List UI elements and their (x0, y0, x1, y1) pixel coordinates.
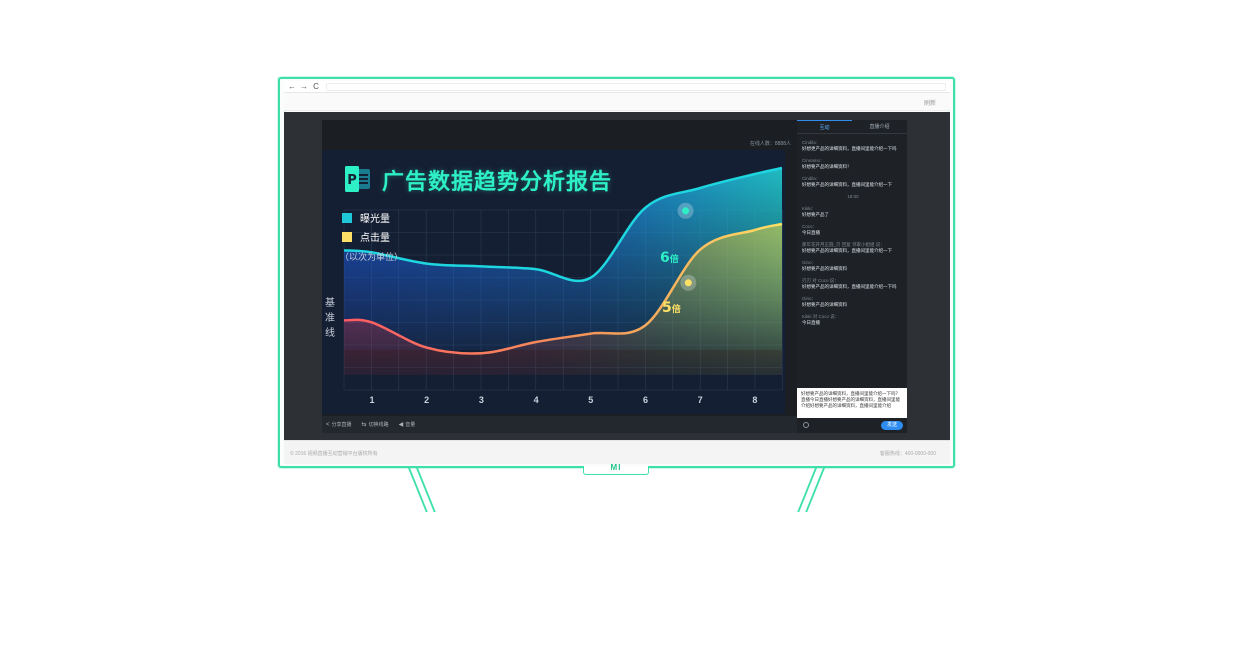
send-button[interactable]: 发送 (881, 421, 903, 430)
x-tick-label: 7 (697, 395, 703, 405)
chat-message: Kikki： 好想要产品了 (802, 206, 904, 218)
chart-legend: 曝光量 点击量 (342, 208, 390, 246)
chat-text: 今日直播 (802, 230, 820, 235)
stage: MI ← → C 刷新 在线人数：8888人 P 广告数据趋势分析报告 曝光量 … (0, 0, 1240, 660)
volume-icon: ◀ (398, 422, 404, 428)
legend-item-exposure: 曝光量 (342, 208, 390, 227)
chat-message: Cindila： 好想要产品的详细资料，直播间里能介绍一下 (802, 176, 904, 188)
chat-text: 好想更产品的详细资料，直播间里能介绍一下吗 (802, 146, 897, 151)
chat-time-divider: 18:00 (802, 194, 904, 200)
chat-message: 刃刃 对 Coco 说： 好想要产品的详细资料，直播间里能介绍一下吗 (802, 278, 904, 290)
y-axis-label: 基准线 (325, 298, 335, 339)
chat-text: 好想要产品的详细资料 (802, 266, 847, 271)
x-tick-label: 5 (588, 395, 594, 405)
chat-message: Coco： 今日直播 (802, 224, 904, 236)
chat-message: Kikki 对 Coco 说： 今日直播 (802, 314, 904, 326)
ppt-letter: P (347, 173, 357, 188)
chat-message: Cindila： 好想更产品的详细资料，直播间里能介绍一下吗 (802, 140, 904, 152)
chat-message: Cinnamo： 好想要产品的详细资料！ (802, 158, 904, 170)
x-tick-label: 8 (752, 395, 758, 405)
chat-tabs: 互动 直播介绍 (797, 120, 907, 134)
chat-message-list[interactable]: Cindila： 好想更产品的详细资料，直播间里能介绍一下吗 Cinnamo： 好想要… (802, 134, 904, 386)
x-tick-label: 4 (533, 395, 539, 405)
chat-text: 好想要产品的详细资料！ (802, 164, 852, 169)
chat-text: 好想要产品的详细资料，直播间里能介绍一下 (802, 248, 892, 253)
legend-swatch-clicks (342, 231, 352, 242)
tv-leg-left (408, 468, 436, 512)
legend-item-clicks: 点击量 (342, 227, 390, 246)
address-bar[interactable] (326, 82, 946, 91)
legend-swatch-exposure (342, 212, 352, 223)
tab-interaction[interactable]: 互动 (797, 120, 852, 133)
chat-message: 那年花开月正圆_刃 回复 邻家小姐姐 说： 好想要产品的详细资料，直播间里能介绍一… (802, 242, 904, 254)
browser-toolbar: ← → C (284, 81, 950, 93)
powerpoint-icon: P (345, 166, 370, 192)
switch-control[interactable]: ⇆ 切换线路 (362, 421, 389, 428)
annotation-5x: 5倍 (662, 300, 681, 316)
chat-text: 好想要产品了 (802, 212, 829, 217)
chat-sender: 18:00 (847, 194, 859, 199)
chat-panel: 互动 直播介绍 Cindila： 好想更产品的详细资料，直播间里能介绍一下吗 Cin… (797, 120, 907, 433)
chat-text: 今日直播 (802, 320, 820, 325)
chat-text: 好想要产品的详细资料 (802, 302, 847, 307)
unit-note: （以次为单位） (340, 253, 404, 263)
chat-input[interactable]: 好想要产品的详细资料，直播间里能介绍一下吗？直播今日直播好想要产品的详细资料，直… (797, 388, 907, 418)
tab-live-intro[interactable]: 直播介绍 (852, 120, 907, 133)
chat-text: 好想要产品的详细资料，直播间里能介绍一下吗 (802, 284, 897, 289)
legend-label-clicks: 点击量 (360, 233, 390, 244)
forward-icon[interactable]: → (300, 82, 308, 91)
presentation-slide: P 广告数据趋势分析报告 曝光量 点击量 （以次为单位） 基准线 6倍 5倍 1… (322, 150, 785, 414)
slide-title: 广告数据趋势分析报告 (382, 170, 613, 195)
chat-message: Gino： 好想要产品的详细资料 (802, 260, 904, 272)
header-link[interactable]: 刷新 (924, 98, 936, 107)
back-icon[interactable]: ← (288, 82, 296, 91)
share-icon: < (326, 422, 330, 428)
x-tick-label: 3 (478, 395, 484, 405)
video-player[interactable]: 在线人数：8888人 P 广告数据趋势分析报告 曝光量 点击量 （以次为单位） … (322, 120, 797, 433)
hotline-text: 客服热线：400-0000-000 (879, 451, 936, 457)
reload-icon[interactable]: C (312, 82, 320, 91)
switch-icon: ⇆ (361, 422, 367, 428)
x-tick-label: 6 (642, 395, 649, 405)
viewer-count: 在线人数：8888人 (749, 141, 791, 147)
chat-actions: 发送 (797, 418, 907, 433)
site-header: 刷新 (284, 93, 950, 111)
player-controls: < 分享直播 ⇆ 切换线路 ◀ 音量 (322, 416, 797, 433)
tv-leg-right (797, 468, 825, 512)
tv-stand: MI (583, 463, 649, 475)
brand-logo: MI (610, 463, 622, 472)
highlight-point (682, 207, 690, 215)
emoji-icon[interactable] (803, 422, 809, 428)
x-tick-label: 2 (424, 395, 430, 405)
x-tick-label: 1 (369, 395, 375, 405)
copyright-text: © 2016 视频直播互动营销平台版权所有 (290, 451, 378, 457)
highlight-point (684, 279, 692, 287)
share-control[interactable]: < 分享直播 (326, 421, 352, 428)
chat-text: 好想要产品的详细资料，直播间里能介绍一下 (802, 182, 892, 187)
legend-label-exposure: 曝光量 (360, 214, 390, 225)
site-footer: © 2016 视频直播互动营销平台版权所有 客服热线：400-0000-000 (284, 440, 950, 464)
annotation-6x: 6倍 (660, 250, 679, 266)
volume-control[interactable]: ◀ 音量 (399, 421, 416, 428)
chat-message: Gino： 好想要产品的详细资料 (802, 296, 904, 308)
